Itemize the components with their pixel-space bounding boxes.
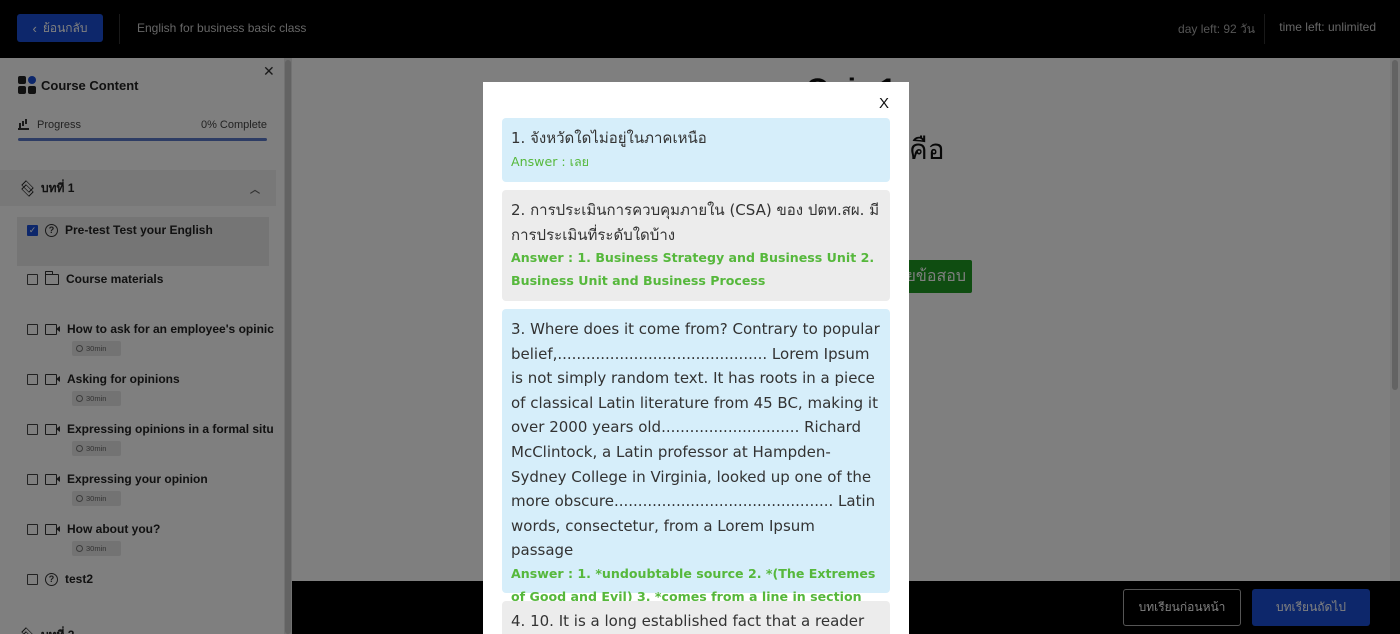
- answers-modal: X 1. จังหวัดใดไม่อยู่ในภาคเหนือ Answer :…: [483, 82, 909, 634]
- question-text: 3. Where does it come from? Contrary to …: [511, 320, 880, 560]
- answer-text: Answer : เลย: [511, 153, 590, 169]
- answer-card: 4. 10. It is a long established fact tha…: [502, 601, 890, 634]
- question-text: 2. การประเมินการควบคุมภายใน (CSA) ของ ปต…: [511, 201, 880, 244]
- answer-card: 1. จังหวัดใดไม่อยู่ในภาคเหนือ Answer : เ…: [502, 118, 890, 182]
- answer-card: 3. Where does it come from? Contrary to …: [502, 309, 890, 627]
- question-text: 1. จังหวัดใดไม่อยู่ในภาคเหนือ: [511, 129, 707, 147]
- question-text: 4. 10. It is a long established fact tha…: [511, 612, 865, 630]
- close-icon[interactable]: X: [879, 95, 889, 112]
- answer-text: Answer : 1. Business Strategy and Busine…: [511, 250, 875, 288]
- answer-card: 2. การประเมินการควบคุมภายใน (CSA) ของ ปต…: [502, 190, 890, 301]
